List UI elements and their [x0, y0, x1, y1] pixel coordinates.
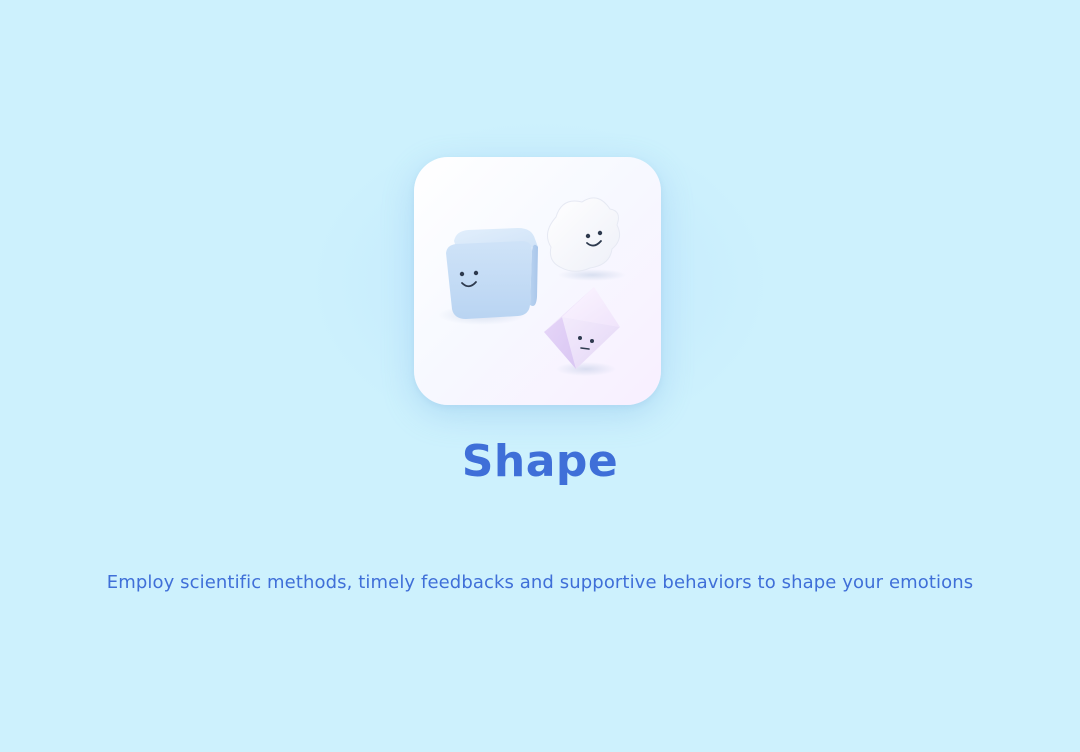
- app-icon: [414, 157, 661, 405]
- app-title: Shape: [461, 436, 619, 487]
- app-tagline: Employ scientific methods, timely feedba…: [106, 572, 974, 593]
- cloud-character-icon: [546, 197, 626, 281]
- cube-character-icon: [438, 228, 538, 325]
- splash-screen: Shape Employ scientific methods, timely …: [0, 0, 1080, 740]
- octahedron-character-icon: [544, 287, 620, 376]
